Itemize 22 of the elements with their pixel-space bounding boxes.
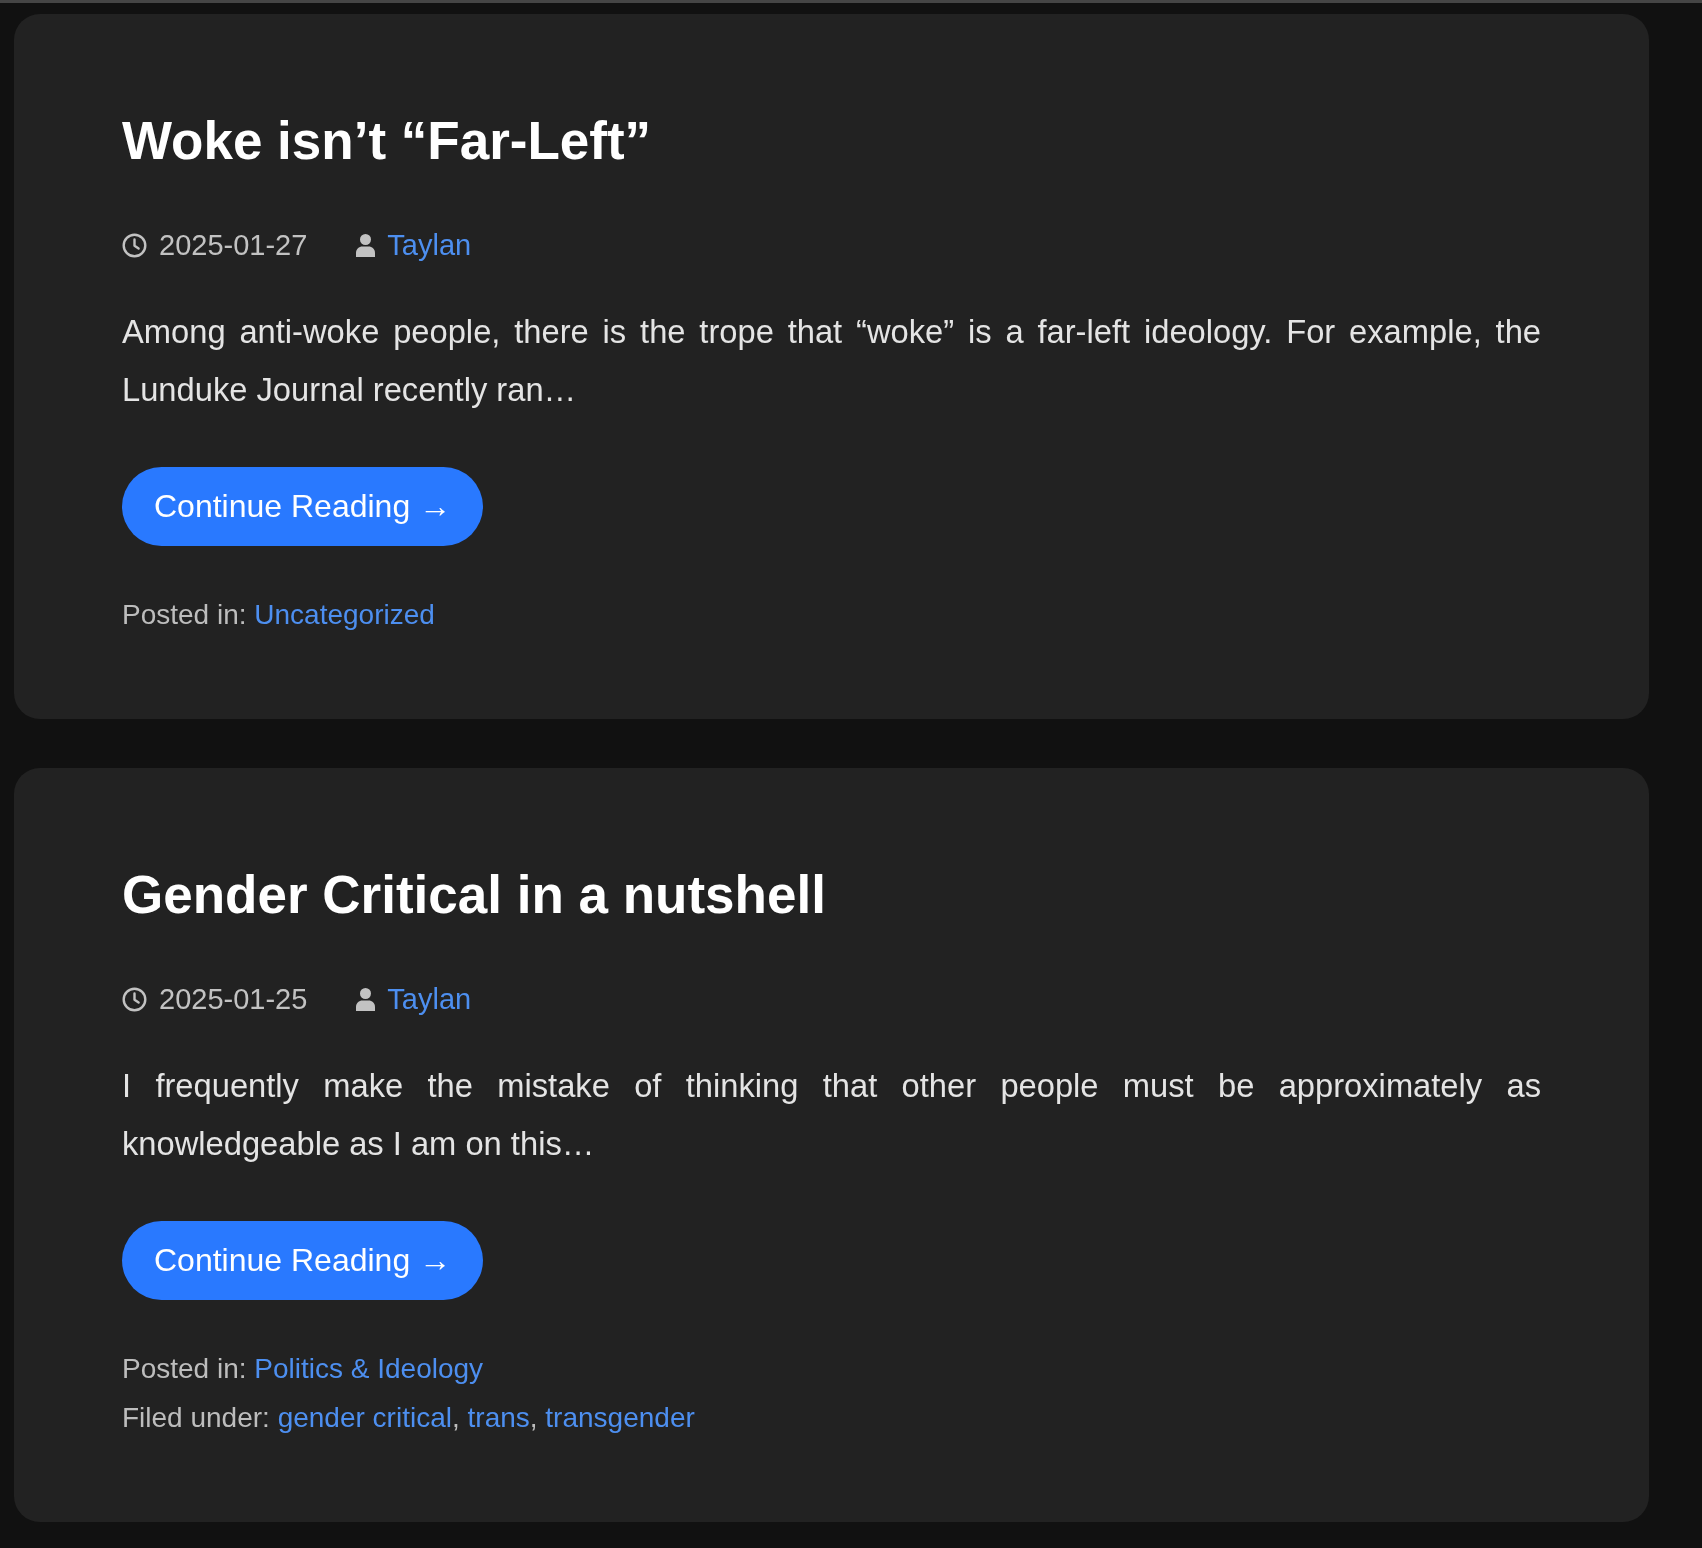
continue-reading-button[interactable]: Continue Reading → xyxy=(122,467,484,546)
post-footer-line: Filed under: gender critical, trans, transgender xyxy=(122,1401,695,1435)
term-link[interactable]: gender critical xyxy=(277,1402,452,1433)
post-date: 2025-01-25 xyxy=(159,982,308,1017)
post-footer-line: Posted in: Politics & Ideology xyxy=(122,1352,485,1386)
continue-reading-button[interactable]: Continue Reading → xyxy=(122,1221,484,1300)
person-icon xyxy=(356,233,376,257)
term-link[interactable]: trans xyxy=(467,1402,530,1433)
post-title: Gender Critical in a nutshell xyxy=(122,865,826,925)
post-footer-line: Posted in: Uncategorized xyxy=(122,598,435,632)
post-excerpt: I frequently make the mistake of thinking that other people must be approximately as knowledgeable as I am on this… xyxy=(122,1066,1541,1164)
clock-icon xyxy=(122,232,147,258)
person-icon xyxy=(356,987,376,1011)
clock-icon xyxy=(122,986,147,1012)
author-link[interactable]: Taylan xyxy=(387,979,472,1019)
post-title: Woke isn’t “Far-Left” xyxy=(122,111,652,171)
term-link[interactable]: Politics & Ideology xyxy=(254,1353,484,1384)
author-link[interactable]: Taylan xyxy=(387,225,472,265)
term-link[interactable]: Uncategorized xyxy=(254,599,435,630)
post-excerpt: Among anti-woke people, there is the trope that “woke” is a far-left ideology. For example, the Lunduke Journal recently ran… xyxy=(122,312,1541,410)
post-date: 2025-01-27 xyxy=(159,228,308,263)
term-link[interactable]: transgender xyxy=(545,1402,695,1433)
